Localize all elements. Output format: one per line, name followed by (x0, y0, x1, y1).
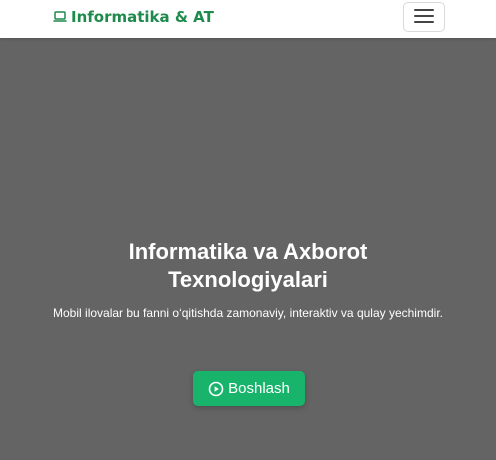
hamburger-menu-icon (413, 8, 435, 27)
start-button-label: Boshlash (228, 380, 290, 397)
top-navbar: Informatika & AT (0, 0, 496, 38)
start-button[interactable]: Boshlash (193, 371, 305, 406)
brand-link[interactable]: Informatika & AT (53, 7, 214, 27)
brand-label: Informatika & AT (71, 8, 214, 26)
hero-title: Informatika va Axborot Texnologiyalari (128, 239, 368, 292)
play-circle-icon (208, 381, 224, 397)
hero-description: Mobil ilovalar bu fanni o‘qitishda zamon… (53, 306, 443, 320)
laptop-icon (53, 10, 67, 24)
menu-toggle-button[interactable] (403, 2, 445, 32)
